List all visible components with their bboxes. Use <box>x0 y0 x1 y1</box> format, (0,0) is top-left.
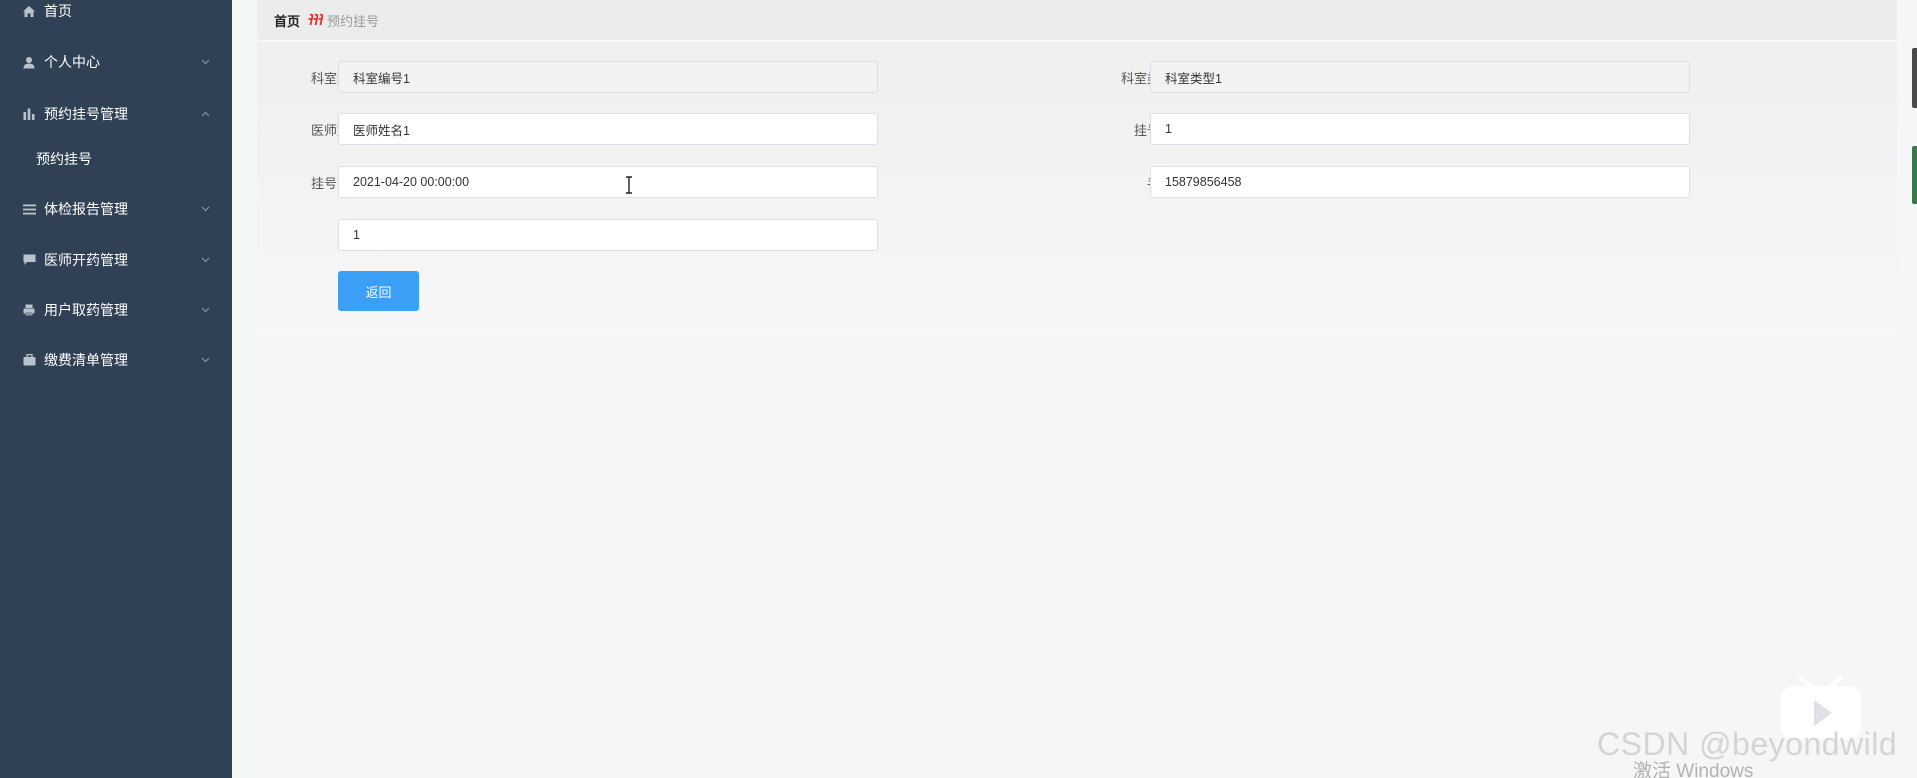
chevron-down-icon <box>200 305 210 315</box>
fee-field[interactable]: 1 <box>1150 113 1690 145</box>
sidebar-item-label: 个人中心 <box>44 54 100 70</box>
sidebar-item-payment-list-management[interactable]: 缴费清单管理 <box>0 340 232 380</box>
sidebar-item-appointment-management[interactable]: 预约挂号管理 <box>0 94 232 134</box>
chevron-down-icon <box>200 355 210 365</box>
breadcrumb-separator-icon <box>307 13 324 27</box>
breadcrumb-current: 预约挂号 <box>327 13 380 29</box>
sidebar-item-personal-center[interactable]: 个人中心 <box>0 42 232 82</box>
sidebar-item-label: 预约挂号管理 <box>44 106 128 122</box>
breadcrumb-home[interactable]: 首页 <box>274 11 300 30</box>
doctor-name-field[interactable]: 医师姓名1 <box>338 113 878 145</box>
briefcase-icon <box>22 353 36 367</box>
sidebar-item-home[interactable]: 首页 <box>0 0 232 31</box>
chevron-down-icon <box>200 57 210 67</box>
sidebar-item-label: 预约挂号 <box>36 151 92 167</box>
sidebar-item-appointment[interactable]: 预约挂号 <box>0 139 232 179</box>
message-icon <box>22 253 36 267</box>
dept-type-field[interactable]: 科室类型1 <box>1150 61 1690 93</box>
breadcrumb: 首页 预约挂号 <box>257 0 1897 40</box>
sidebar-item-checkup-report-management[interactable]: 体检报告管理 <box>0 189 232 229</box>
sidebar-item-label: 医师开药管理 <box>44 252 128 268</box>
user-icon <box>22 55 36 69</box>
bar-chart-icon <box>22 107 36 121</box>
sidebar-item-label: 体检报告管理 <box>44 201 128 217</box>
sidebar-item-prescription-management[interactable]: 医师开药管理 <box>0 240 232 280</box>
list-icon <box>22 202 36 216</box>
chevron-down-icon <box>200 255 210 265</box>
windows-activation-watermark: 激活 Windows <box>1633 761 1754 778</box>
main-content: 首页 预约挂号 科室编号 科室编号1 科室类型 科室类型1 医师姓名 医师姓名1… <box>232 0 1917 778</box>
account-field[interactable]: 1 <box>338 219 878 251</box>
sidebar-item-label: 缴费清单管理 <box>44 352 128 368</box>
phone-field[interactable]: 15879856458 <box>1150 166 1690 198</box>
sidebar-item-label: 用户取药管理 <box>44 302 128 318</box>
scrollbar[interactable] <box>1912 48 1917 108</box>
dept-no-field[interactable]: 科室编号1 <box>338 61 878 93</box>
chevron-down-icon <box>200 204 210 214</box>
sidebar: 首页 个人中心 预约挂号管理 预约挂号 体检报告管理 医师开药管理 用户取药管理… <box>0 0 232 778</box>
sidebar-item-medicine-pickup-management[interactable]: 用户取药管理 <box>0 290 232 330</box>
sidebar-item-label: 首页 <box>44 3 72 19</box>
time-field[interactable]: 2021-04-20 00:00:00 <box>338 166 878 198</box>
printer-icon <box>22 303 36 317</box>
chevron-up-icon <box>200 109 210 119</box>
scrollbar-secondary <box>1912 146 1917 204</box>
back-button[interactable]: 返回 <box>338 271 419 311</box>
text-cursor-icon <box>624 176 634 194</box>
home-icon <box>22 4 36 18</box>
